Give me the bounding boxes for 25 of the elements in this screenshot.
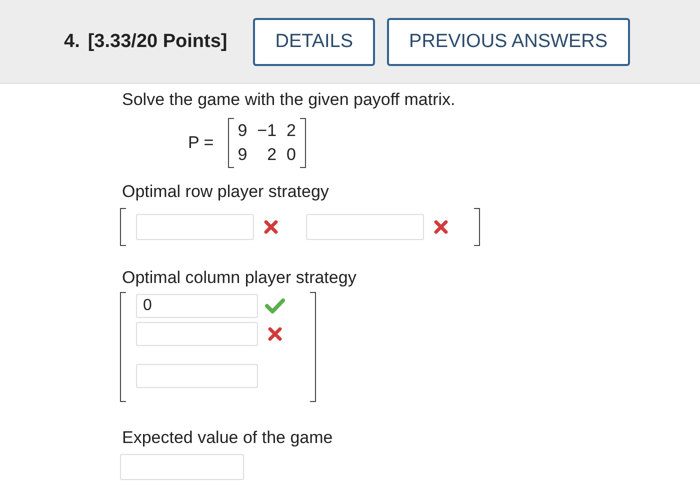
header-button[interactable]: DETAILS [253,18,376,66]
left-bracket [120,208,126,246]
answer-field[interactable] [136,322,258,346]
answer-field[interactable] [120,454,244,480]
right-bracket [300,118,306,168]
row-strategy-label: Optimal row player strategy [122,182,330,202]
matrix-entry: 2 [267,145,277,165]
matrix-entry: 9 [238,145,248,165]
matrix-entry: 0 [286,145,296,165]
points-label: [3.33/20 Points] [88,30,228,52]
right-bracket [474,208,480,246]
header-button[interactable]: PREVIOUS ANSWERS [387,18,630,66]
answer-field[interactable]: 0 [136,294,258,318]
matrix-entry: −1 [257,121,277,141]
expected-value-label: Expected value of the game [122,428,334,448]
question-text: Solve the game with the given payoff matrix. [122,90,456,110]
question-number: 4. [64,30,80,52]
matrix-entry: 2 [286,121,296,141]
answer-field[interactable] [136,214,254,240]
answer-field[interactable] [136,364,258,388]
left-bracket [228,118,234,168]
column-strategy-label: Optimal column player strategy [122,268,358,288]
answer-field[interactable] [306,214,424,240]
matrix-name: P = [188,133,214,153]
matrix-entry: 9 [238,121,248,141]
